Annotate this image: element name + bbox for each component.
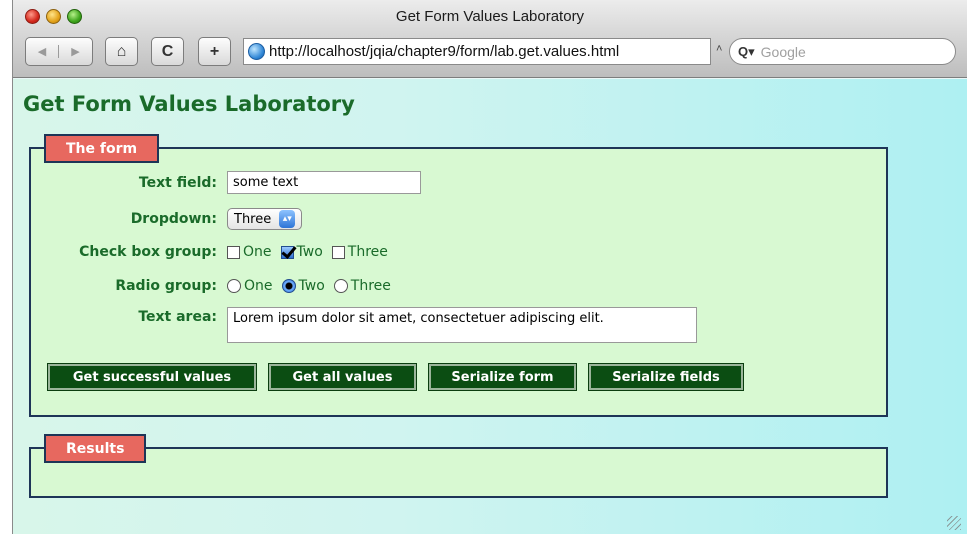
text-area-label: Text area:: [138, 309, 217, 325]
back-arrow-icon[interactable]: ◀: [26, 45, 59, 58]
checkbox-three-box[interactable]: [331, 245, 345, 259]
resize-grip-icon[interactable]: [947, 516, 961, 530]
checkbox-group-row: Check box group: One Two Three: [31, 244, 397, 260]
url-history-icon[interactable]: ˄: [716, 43, 722, 55]
checkbox-three[interactable]: Three: [331, 244, 388, 260]
form-fieldset: The form Text field: Dropdown: Three ▴▾ …: [29, 134, 888, 417]
get-all-values-button[interactable]: Get all values: [268, 363, 417, 391]
window-title: Get Form Values Laboratory: [395, 8, 585, 25]
checkbox-group-label: Check box group:: [79, 244, 217, 260]
dropdown-row: Dropdown: Three ▴▾: [31, 208, 303, 230]
checkbox-one[interactable]: One: [227, 244, 272, 260]
checkbox-one-box[interactable]: [227, 245, 240, 259]
home-icon: ⌂: [116, 42, 127, 60]
text-field-row: Text field:: [31, 171, 421, 194]
form-legend: The form: [44, 134, 160, 163]
radio-group-row: Radio group: One Two Three: [31, 278, 400, 294]
page-content: Get Form Values Laboratory The form Text…: [13, 79, 967, 534]
checkbox-two-box[interactable]: [280, 245, 294, 259]
reload-icon: C: [161, 42, 174, 60]
search-input[interactable]: [760, 43, 921, 60]
dropdown-select[interactable]: Three ▴▾: [227, 208, 303, 230]
serialize-form-button[interactable]: Serialize form: [428, 363, 577, 391]
text-field-input[interactable]: [227, 171, 421, 194]
checkbox-two[interactable]: Two: [280, 244, 323, 260]
globe-icon: [248, 43, 265, 60]
get-successful-values-button[interactable]: Get successful values: [47, 363, 257, 391]
radio-group-label: Radio group:: [115, 278, 217, 294]
text-area-input[interactable]: Lorem ipsum dolor sit amet, consectetuer…: [227, 307, 697, 343]
search-icon[interactable]: Q▾: [738, 44, 755, 60]
text-field-label: Text field:: [138, 174, 217, 191]
home-button[interactable]: ⌂: [105, 37, 138, 66]
radio-two[interactable]: Two: [281, 278, 325, 294]
browser-window: Get Form Values Laboratory ◀ ▶ ⌂ C + htt…: [12, 0, 967, 534]
add-bookmark-button[interactable]: +: [198, 37, 231, 66]
plus-icon: +: [209, 42, 220, 60]
checkbox-three-label: Three: [347, 244, 388, 260]
back-forward-buttons: ◀ ▶: [25, 37, 93, 66]
dropdown-value: Three: [234, 211, 272, 227]
radio-one[interactable]: One: [227, 278, 273, 294]
radio-one-label: One: [244, 278, 273, 294]
address-bar[interactable]: http://localhost/jqia/chapter9/form/lab.…: [243, 38, 711, 65]
forward-arrow-icon[interactable]: ▶: [59, 45, 92, 58]
radio-one-circle[interactable]: [227, 279, 241, 293]
checkbox-one-label: One: [243, 244, 272, 260]
search-box[interactable]: Q▾: [729, 38, 956, 65]
results-fieldset: Results: [29, 434, 888, 498]
radio-two-label: Two: [298, 278, 325, 294]
form-actions: Get successful values Get all values Ser…: [47, 363, 744, 391]
serialize-fields-button[interactable]: Serialize fields: [588, 363, 744, 391]
reload-button[interactable]: C: [151, 37, 184, 66]
text-area-row: Text area: Lorem ipsum dolor sit amet, c…: [31, 307, 697, 343]
dropdown-arrows-icon: ▴▾: [279, 210, 296, 228]
radio-three-circle[interactable]: [333, 279, 348, 293]
checkbox-two-label: Two: [296, 244, 323, 260]
dropdown-label: Dropdown:: [130, 211, 217, 227]
radio-three[interactable]: Three: [333, 278, 391, 294]
radio-three-label: Three: [350, 278, 391, 294]
results-legend: Results: [44, 434, 147, 463]
radio-two-circle[interactable]: [281, 279, 296, 293]
page-title: Get Form Values Laboratory: [23, 92, 355, 116]
browser-chrome: Get Form Values Laboratory ◀ ▶ ⌂ C + htt…: [13, 0, 967, 78]
address-text: http://localhost/jqia/chapter9/form/lab.…: [269, 43, 620, 60]
